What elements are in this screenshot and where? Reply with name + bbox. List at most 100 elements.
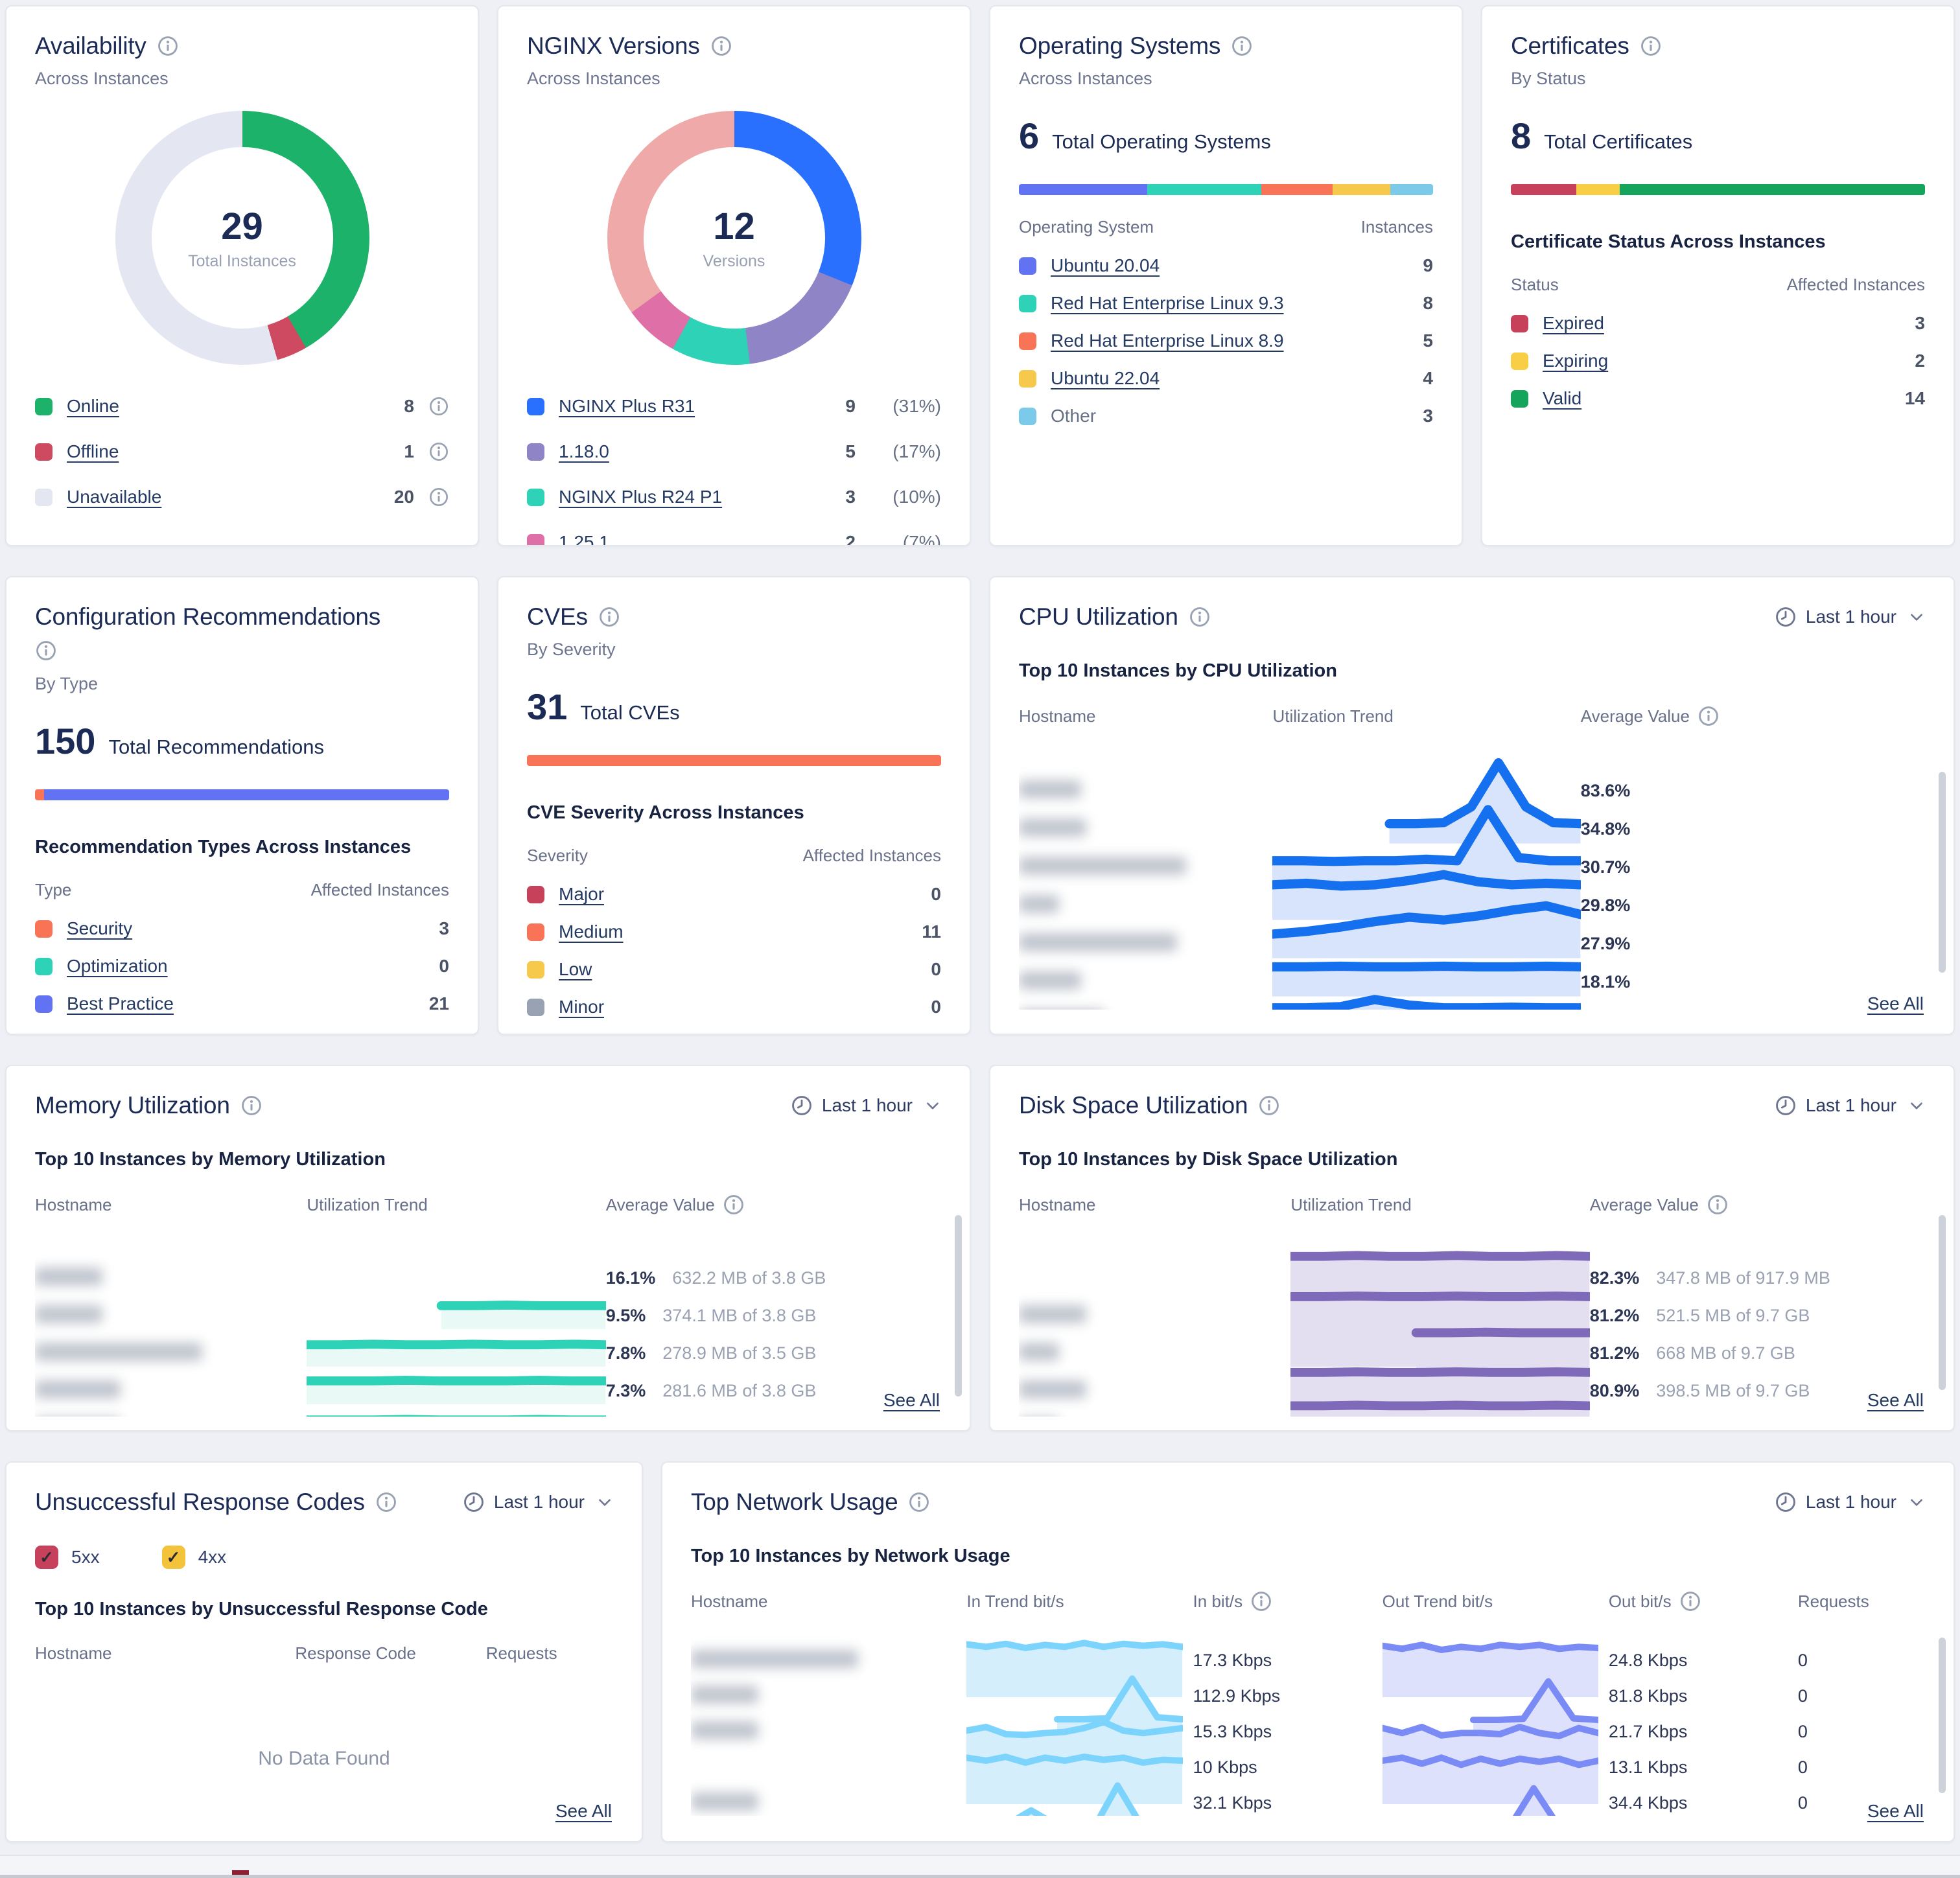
info-icon[interactable]	[1231, 35, 1253, 57]
info-icon[interactable]	[1640, 35, 1662, 57]
clock-icon	[791, 1095, 813, 1117]
hostname-redacted[interactable]	[1019, 818, 1086, 837]
hostname-redacted[interactable]	[1019, 1305, 1086, 1323]
see-all-link[interactable]: See All	[1867, 993, 1924, 1014]
hostname-redacted[interactable]	[1019, 895, 1059, 913]
hostname-redacted[interactable]	[1019, 1380, 1086, 1398]
disk-average-value: 81.2%	[1590, 1343, 1640, 1363]
severity-label-link[interactable]: Low	[559, 959, 592, 980]
info-icon[interactable]	[375, 1491, 397, 1513]
time-range-dropdown[interactable]: Last 1 hour	[463, 1491, 613, 1513]
time-range-dropdown[interactable]: Last 1 hour	[1775, 1095, 1925, 1117]
info-icon[interactable]	[1698, 705, 1720, 727]
see-all-link[interactable]: See All	[883, 1390, 940, 1411]
status-label-link[interactable]: Expiring	[1543, 351, 1608, 371]
cves-table: Major 0 Medium 11 Low 0	[527, 884, 941, 1017]
vertical-scrollbar[interactable]	[1939, 772, 1946, 973]
type-label-link[interactable]: Optimization	[67, 956, 168, 977]
legend-label-link[interactable]: Unavailable	[67, 487, 161, 507]
hostname-redacted[interactable]	[35, 1305, 102, 1323]
vertical-scrollbar[interactable]	[1939, 1215, 1946, 1390]
os-label-link[interactable]: Ubuntu 22.04	[1051, 368, 1160, 389]
hostname-redacted[interactable]	[1019, 1343, 1059, 1361]
info-icon[interactable]	[710, 35, 732, 57]
time-range-dropdown[interactable]: Last 1 hour	[1775, 606, 1925, 628]
severity-label-link[interactable]: Medium	[559, 922, 624, 942]
info-icon[interactable]	[428, 441, 449, 462]
hostname-redacted[interactable]	[691, 1721, 758, 1739]
section-heading: Recommendation Types Across Instances	[35, 837, 449, 858]
see-all-link[interactable]: See All	[555, 1801, 612, 1822]
chevron-down-icon	[924, 1097, 941, 1114]
legend-label-link[interactable]: 1.25.1	[559, 532, 609, 546]
disk-usage-note: 668 MB of 9.7 GB	[1656, 1343, 1795, 1363]
checkbox-checked[interactable]: ✓	[35, 1546, 58, 1569]
nginx-versions-donut-chart[interactable]: 12 Versions	[607, 111, 861, 365]
info-icon[interactable]	[908, 1491, 930, 1513]
type-label-link[interactable]: Best Practice	[67, 993, 174, 1014]
hostname-redacted[interactable]	[691, 1792, 758, 1811]
recommendations-stacked-bar	[35, 789, 449, 800]
response-code-checkbox[interactable]: ✓ 5xx	[35, 1546, 100, 1569]
memory-utilization-card: Memory Utilization Last 1 hour Top 10 In…	[5, 1065, 971, 1432]
see-all-link[interactable]: See All	[1867, 1801, 1924, 1822]
legend-swatch	[527, 923, 544, 941]
info-icon[interactable]	[1707, 1194, 1729, 1216]
vertical-scrollbar[interactable]	[1939, 1638, 1946, 1793]
table-row: Red Hat Enterprise Linux 8.9 5	[1019, 330, 1433, 351]
info-icon[interactable]	[598, 606, 620, 628]
legend-label-link[interactable]: NGINX Plus R31	[559, 396, 695, 417]
hostname-redacted[interactable]	[1019, 933, 1177, 951]
os-label-link[interactable]: Red Hat Enterprise Linux 9.3	[1051, 293, 1284, 314]
os-label-link[interactable]: Ubuntu 20.04	[1051, 255, 1160, 276]
hostname-redacted[interactable]	[691, 1686, 758, 1704]
requests-value: 0	[1798, 1651, 1921, 1671]
memory-usage-note: 374.1 MB of 3.8 GB	[662, 1306, 816, 1325]
time-range-dropdown[interactable]: Last 1 hour	[1775, 1491, 1925, 1513]
out-bitrate-value: 24.8 Kbps	[1609, 1651, 1788, 1671]
checkbox-checked[interactable]: ✓	[162, 1546, 185, 1569]
hostname-redacted[interactable]	[35, 1380, 121, 1398]
hostname-redacted[interactable]	[691, 1650, 858, 1668]
time-range-dropdown[interactable]: Last 1 hour	[791, 1095, 941, 1117]
info-icon[interactable]	[1250, 1590, 1272, 1612]
hostname-redacted[interactable]	[1019, 971, 1081, 990]
instances-count: 8	[1423, 293, 1433, 314]
hostname-redacted[interactable]	[1019, 857, 1186, 875]
legend-label-link[interactable]: 1.18.0	[559, 441, 609, 462]
hostname-redacted[interactable]	[35, 1343, 202, 1361]
hostname-redacted[interactable]	[35, 1268, 102, 1286]
info-icon[interactable]	[1258, 1095, 1280, 1117]
info-icon[interactable]	[428, 487, 449, 507]
os-label-link[interactable]: Red Hat Enterprise Linux 8.9	[1051, 330, 1284, 351]
see-all-link[interactable]: See All	[1867, 1390, 1924, 1411]
bottom-scroll-strip[interactable]	[0, 1855, 1960, 1878]
type-label-link[interactable]: Security	[67, 918, 132, 939]
legend-label-link[interactable]: Offline	[67, 441, 119, 462]
legend-label-link[interactable]: NGINX Plus R24 P1	[559, 487, 722, 507]
requests-value: 0	[1798, 1686, 1921, 1706]
info-icon[interactable]	[1679, 1590, 1701, 1612]
dashboard-grid: Availability Across Instances 29 Total I…	[5, 5, 1955, 1842]
cves-stacked-bar	[527, 755, 941, 766]
severity-label-link[interactable]: Minor	[559, 997, 604, 1017]
status-label-link[interactable]: Expired	[1543, 313, 1604, 334]
table-row: Low 0	[527, 959, 941, 980]
hostname-redacted[interactable]	[1019, 780, 1081, 798]
info-icon[interactable]	[1189, 606, 1211, 628]
response-code-checkbox[interactable]: ✓ 4xx	[162, 1546, 227, 1569]
status-label-link[interactable]: Valid	[1543, 388, 1581, 409]
info-icon[interactable]	[35, 640, 57, 662]
legend-count: 3	[845, 487, 856, 507]
info-icon[interactable]	[428, 396, 449, 417]
info-icon[interactable]	[157, 35, 179, 57]
info-icon[interactable]	[240, 1095, 262, 1117]
availability-donut-chart[interactable]: 29 Total Instances	[115, 111, 369, 365]
os-label-link[interactable]: Other	[1051, 406, 1096, 426]
section-heading: Top 10 Instances by Unsuccessful Respons…	[35, 1599, 613, 1620]
legend-swatch	[527, 443, 544, 461]
info-icon[interactable]	[723, 1194, 745, 1216]
legend-label-link[interactable]: Online	[67, 396, 119, 417]
severity-label-link[interactable]: Major	[559, 884, 604, 905]
vertical-scrollbar[interactable]	[955, 1215, 962, 1397]
